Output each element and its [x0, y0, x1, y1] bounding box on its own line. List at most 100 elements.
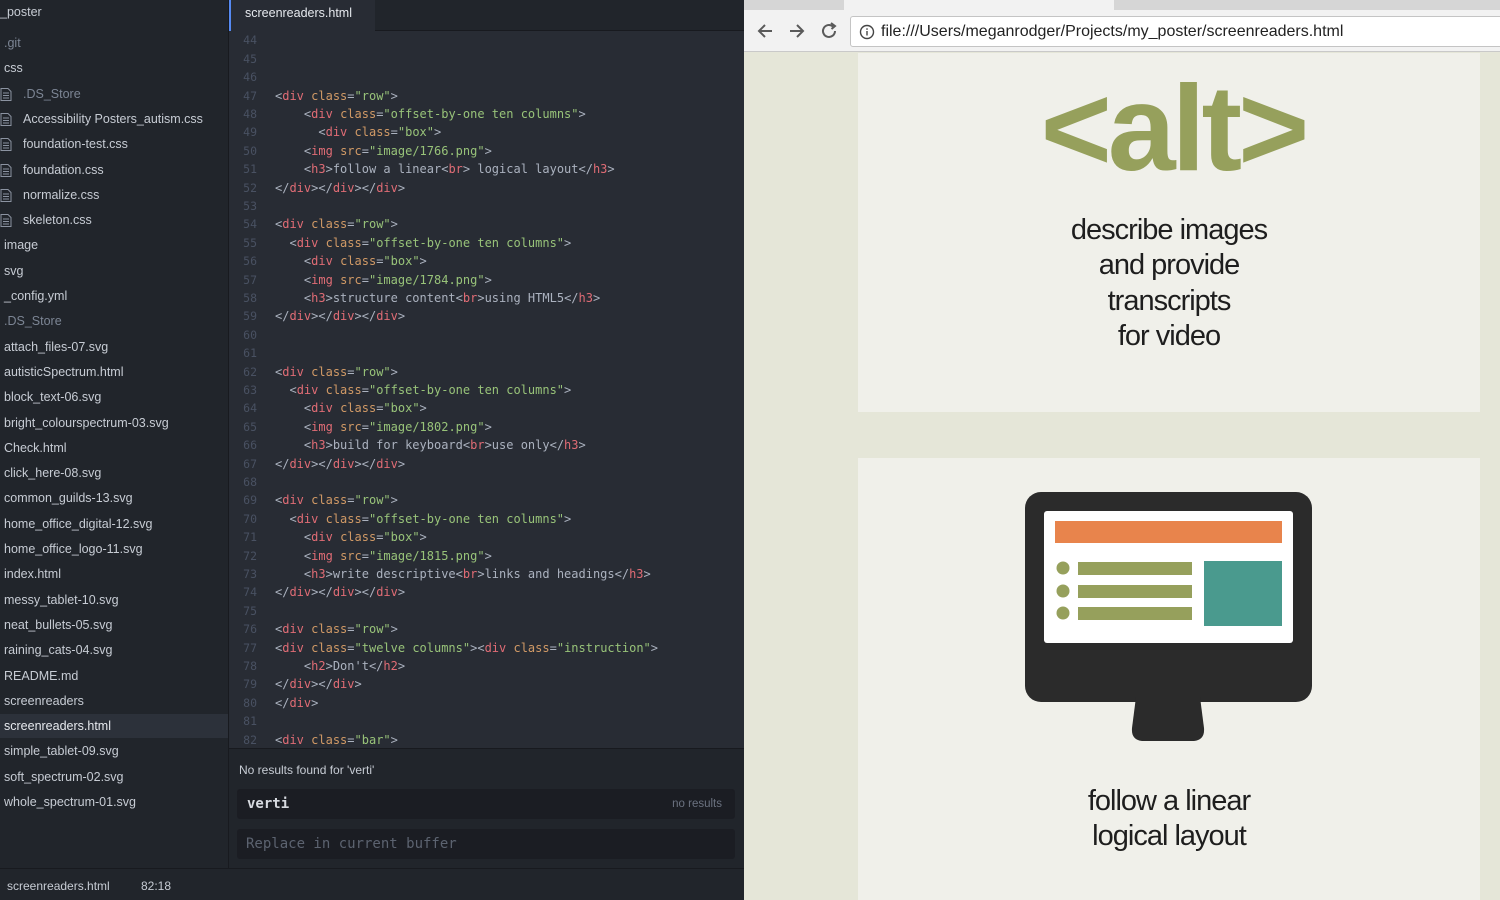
tree-folder[interactable]: css	[0, 56, 228, 80]
tree-file[interactable]: click_here-08.svg	[0, 461, 228, 485]
code-line[interactable]: 78 <h2>Don't</h2>	[229, 657, 745, 675]
code-line[interactable]: 54 <div class="row">	[229, 215, 745, 233]
line-number: 53	[243, 199, 257, 213]
tree-file[interactable]: home_office_digital-12.svg	[0, 512, 228, 536]
code-text: <img src="image/1802.png">	[303, 419, 492, 434]
code-line[interactable]: 65 <img src="image/1802.png">	[229, 418, 745, 436]
code-line[interactable]: 82 <div class="bar">	[229, 731, 745, 748]
code-line[interactable]: 48 <div class="offset-by-one ten columns…	[229, 105, 745, 123]
tree-file[interactable]: Accessibility Posters_autism.css	[0, 107, 228, 131]
code-line[interactable]: 57 <img src="image/1784.png">	[229, 271, 745, 289]
tree-folder[interactable]: .git	[0, 31, 228, 55]
tree-file[interactable]: messy_tablet-10.svg	[0, 588, 228, 612]
code-line[interactable]: 68	[229, 473, 745, 491]
code-line[interactable]: 62 <div class="row">	[229, 363, 745, 381]
code-line[interactable]: 67 </div></div></div>	[229, 455, 745, 473]
tree-file[interactable]: index.html	[0, 562, 228, 586]
code-line[interactable]: 74 </div></div></div>	[229, 583, 745, 601]
file-text-icon	[0, 87, 12, 101]
tree-file[interactable]: home_office_logo-11.svg	[0, 537, 228, 561]
tree-file[interactable]: common_guilds-13.svg	[0, 486, 228, 510]
code-line[interactable]: 51 <h3>follow a linear<br> logical layou…	[229, 160, 745, 178]
code-line[interactable]: 58 <h3>structure content<br>using HTML5<…	[229, 289, 745, 307]
code-line[interactable]: 59 </div></div></div>	[229, 307, 745, 325]
tree-file[interactable]: whole_spectrum-01.svg	[0, 790, 228, 814]
code-text: <div class="row">	[275, 493, 398, 508]
tree-file[interactable]: soft_spectrum-02.svg	[0, 765, 228, 789]
tree-file[interactable]: .DS_Store	[0, 82, 228, 106]
code-text: </div></div></div>	[275, 309, 406, 324]
code-line[interactable]: 53	[229, 197, 745, 215]
code-line[interactable]: 64 <div class="box">	[229, 399, 745, 417]
code-line[interactable]: 76 <div class="row">	[229, 620, 745, 638]
tree-file[interactable]: foundation-test.css	[0, 132, 228, 156]
code-line[interactable]: 77 <div class="twelve columns"><div class…	[229, 639, 745, 657]
tree-folder[interactable]: image	[0, 233, 228, 257]
code-line[interactable]: 71 <div class="box">	[229, 528, 745, 546]
code-line[interactable]: 50 <img src="image/1766.png">	[229, 142, 745, 160]
reload-icon[interactable]	[818, 20, 840, 42]
tree-file[interactable]: autisticSpectrum.html	[0, 360, 228, 384]
line-number: 78	[243, 659, 257, 673]
tree-file[interactable]: README.md	[0, 664, 228, 688]
tree-root-folder[interactable]: _poster	[0, 0, 228, 24]
code-line[interactable]: 72 <img src="image/1815.png">	[229, 547, 745, 565]
code-line[interactable]: 44	[229, 31, 745, 49]
code-line[interactable]: 47 <div class="row">	[229, 87, 745, 105]
info-icon[interactable]	[859, 24, 875, 40]
tree-file[interactable]: _config.yml	[0, 284, 228, 308]
replace-input[interactable]: Replace in current buffer	[237, 829, 735, 859]
tab-screenreaders-html[interactable]: screenreaders.html	[229, 0, 375, 31]
code-line[interactable]: 52 </div></div></div>	[229, 179, 745, 197]
tree-file[interactable]: attach_files-07.svg	[0, 335, 228, 359]
find-input[interactable]: verti no results	[237, 789, 735, 819]
page-viewport[interactable]: <alt> describe images and provide transc…	[765, 53, 1500, 900]
editor-pane[interactable]: 43 </div></div></div>44454647<div class=…	[228, 0, 745, 868]
code-line[interactable]: 61	[229, 344, 745, 362]
tree-file[interactable]: screenreaders	[0, 689, 228, 713]
tree-item-label: index.html	[4, 567, 61, 582]
code-line[interactable]: 66 <h3>build for keyboard<br>use only</h…	[229, 436, 745, 454]
status-file-name[interactable]: screenreaders.html	[7, 879, 110, 893]
svg-text:<alt>: <alt>	[1041, 67, 1306, 177]
code-line[interactable]: 55 <div class="offset-by-one ten columns…	[229, 234, 745, 252]
tree-file[interactable]: raining_cats-04.svg	[0, 638, 228, 662]
code-line[interactable]: 69 <div class="row">	[229, 491, 745, 509]
tree-file[interactable]: neat_bullets-05.svg	[0, 613, 228, 637]
tree-file[interactable]: screenreaders.html	[0, 714, 228, 739]
address-bar[interactable]: file:///Users/meganrodger/Projects/my_po…	[850, 16, 1500, 47]
tree-file[interactable]: simple_tablet-09.svg	[0, 739, 228, 763]
code-line[interactable]: 80 </div>	[229, 694, 745, 712]
code-line[interactable]: 70 <div class="offset-by-one ten columns…	[229, 510, 745, 528]
tree-file[interactable]: bright_colourspectrum-03.svg	[0, 411, 228, 435]
code-text: <h3>build for keyboard<br>use only</h3>	[303, 438, 586, 453]
code-line[interactable]: 63 <div class="offset-by-one ten columns…	[229, 381, 745, 399]
file-text-icon	[0, 188, 12, 202]
tree-file[interactable]: block_text-06.svg	[0, 385, 228, 409]
line-number: 73	[243, 567, 257, 581]
tree-file[interactable]: skeleton.css	[0, 208, 228, 232]
code-line[interactable]: 49 <div class="box">	[229, 123, 745, 141]
code-line[interactable]: 56 <div class="box">	[229, 252, 745, 270]
tree-file[interactable]: Check.html	[0, 436, 228, 460]
alt-logo: <alt>	[1041, 67, 1310, 177]
line-number: 45	[243, 51, 257, 66]
back-arrow-icon[interactable]	[754, 20, 776, 42]
tree-file[interactable]: normalize.css	[0, 183, 228, 207]
browser-active-tab[interactable]	[844, 0, 1114, 10]
status-cursor-position[interactable]: 82:18	[141, 879, 171, 893]
code-line[interactable]: 79 </div></div>	[229, 675, 745, 693]
code-editor[interactable]: 43 </div></div></div>44454647<div class=…	[229, 21, 745, 748]
code-line[interactable]: 73 <h3>write descriptive<br>links and he…	[229, 565, 745, 583]
code-line[interactable]: 46	[229, 68, 745, 86]
code-line[interactable]: 81	[229, 712, 745, 730]
code-line[interactable]: 60	[229, 326, 745, 344]
code-line[interactable]: 75	[229, 602, 745, 620]
tree-folder[interactable]: svg	[0, 259, 228, 283]
project-tree[interactable]: _poster .git css .DS_Store Accessibility Po…	[0, 0, 228, 868]
code-line[interactable]: 45	[229, 50, 745, 68]
file-text-icon	[0, 138, 12, 152]
forward-arrow-icon[interactable]	[786, 20, 808, 42]
tree-file[interactable]: .DS_Store	[0, 309, 228, 333]
tree-file[interactable]: foundation.css	[0, 158, 228, 182]
